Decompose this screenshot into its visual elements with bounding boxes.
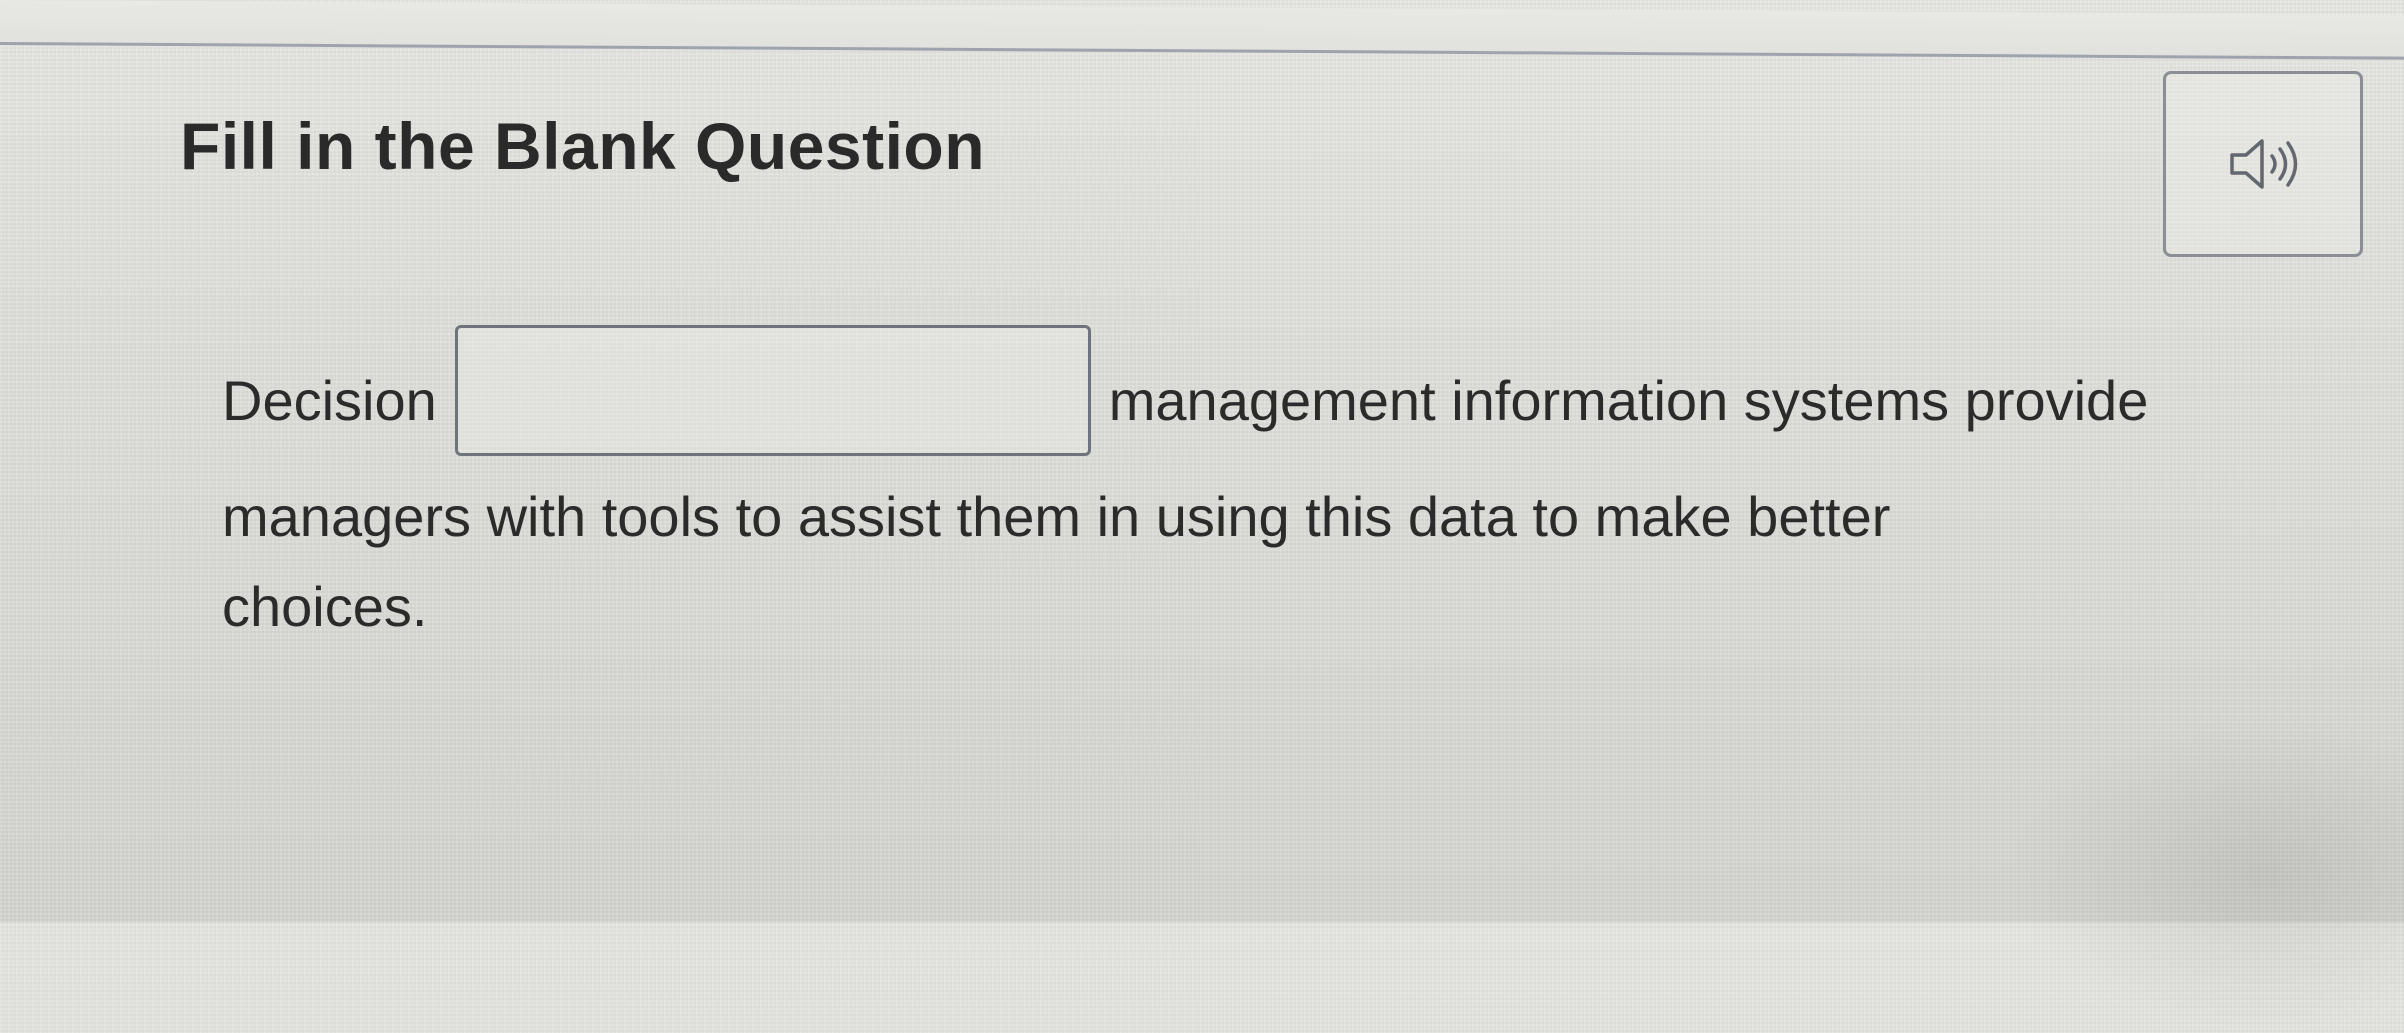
sentence-line-1: Decision management information systems … <box>222 324 2342 466</box>
question-sentence: Decision management information systems … <box>222 324 2342 661</box>
speaker-icon <box>2230 139 2298 189</box>
audio-button[interactable] <box>2163 71 2363 257</box>
text-after-blank: management information systems provide <box>1108 369 2149 433</box>
sentence-line-2: managers with tools to assist them in us… <box>222 485 1891 548</box>
question-title: Fill in the Blank Question <box>180 109 986 183</box>
fill-in-blank-input[interactable] <box>454 324 1091 456</box>
sentence-line-3: choices. <box>222 575 428 638</box>
text-before-blank: Decision <box>222 369 437 433</box>
question-card: Fill in the Blank Question Decision mana… <box>0 0 2404 1033</box>
photo-shadow <box>2004 713 2404 1033</box>
